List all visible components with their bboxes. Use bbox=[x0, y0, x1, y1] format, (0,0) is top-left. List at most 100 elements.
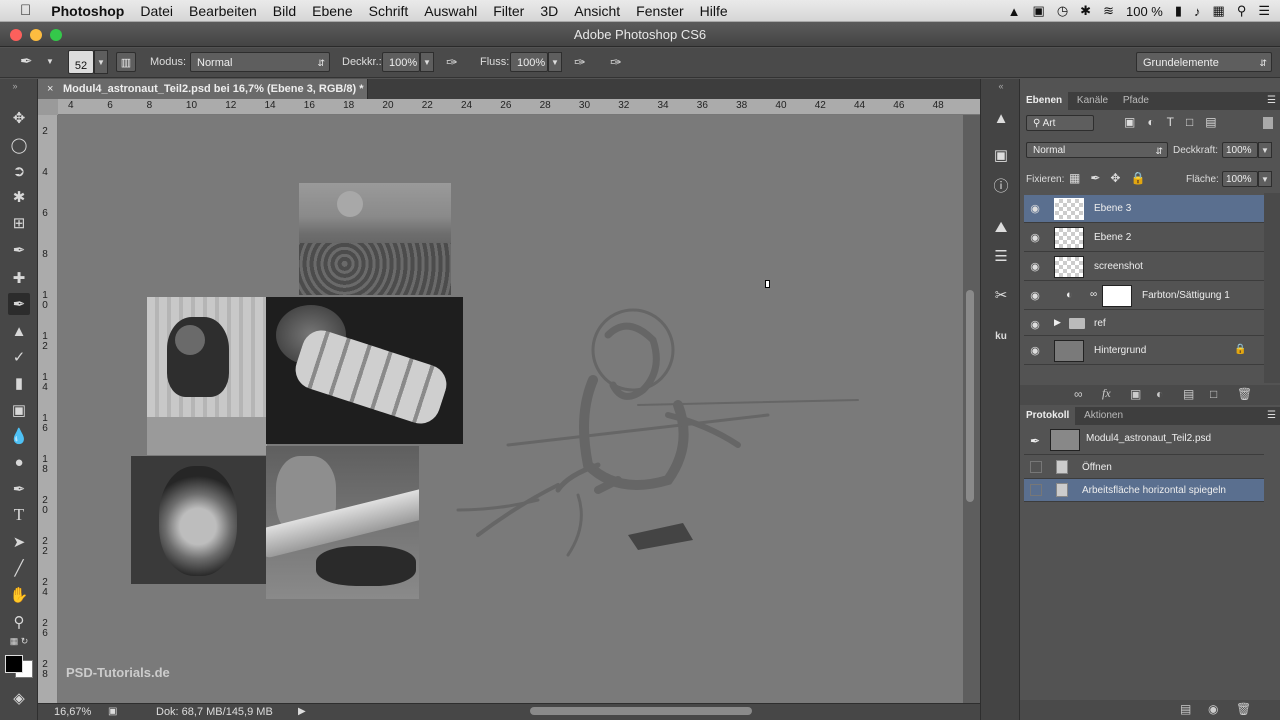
document-canvas[interactable]: PSD-Tutorials.de bbox=[58, 115, 963, 703]
history-state-checkbox[interactable] bbox=[1030, 461, 1042, 473]
menu-datei[interactable]: Datei bbox=[132, 3, 181, 19]
healing-brush-tool-icon[interactable]: ✚ bbox=[8, 267, 30, 289]
zoom-level[interactable]: 16,67% bbox=[54, 704, 91, 720]
pen-tool-icon[interactable]: ✒ bbox=[8, 478, 30, 500]
zoom-window-button[interactable] bbox=[50, 29, 62, 41]
elliptical-marquee-tool-icon[interactable]: ◯ bbox=[8, 134, 30, 156]
mode-select[interactable]: Normal ⇵ bbox=[190, 52, 330, 72]
visibility-eye-icon[interactable]: ◉ bbox=[1028, 344, 1042, 358]
new-adjustment-layer-icon[interactable]: ◐ bbox=[1156, 387, 1163, 401]
screen-record-icon[interactable]: ▣ bbox=[1033, 3, 1045, 19]
layer-group-ref[interactable]: ◉ ▶ ref bbox=[1024, 311, 1264, 336]
layer-opacity-dropdown-icon[interactable]: ▼ bbox=[1258, 142, 1272, 158]
visibility-eye-icon[interactable]: ◉ bbox=[1028, 231, 1042, 245]
battery-icon[interactable]: ▮ bbox=[1175, 3, 1182, 19]
flow-dropdown-icon[interactable]: ▼ bbox=[548, 52, 562, 72]
horizontal-scrollbar-thumb[interactable] bbox=[530, 707, 752, 715]
menu-bild[interactable]: Bild bbox=[265, 3, 304, 19]
pressure-size-icon[interactable]: ✑ bbox=[610, 52, 622, 72]
visibility-eye-icon[interactable]: ◉ bbox=[1028, 289, 1042, 303]
history-brush-source-icon[interactable]: ✒ bbox=[1030, 434, 1040, 448]
clone-stamp-tool-icon[interactable]: ▲ bbox=[8, 320, 30, 342]
brush-panel-toggle-icon[interactable]: ▥ bbox=[116, 52, 136, 72]
close-document-icon[interactable]: × bbox=[47, 79, 53, 99]
magic-wand-tool-icon[interactable]: ✱ bbox=[8, 186, 30, 208]
clock-icon[interactable]: ◷ bbox=[1057, 3, 1068, 19]
layer-row-hintergrund[interactable]: ◉ Hintergrund 🔒 bbox=[1024, 337, 1264, 365]
opacity-dropdown-icon[interactable]: ▼ bbox=[420, 52, 434, 72]
line-tool-icon[interactable]: ╱ bbox=[8, 557, 30, 579]
menu-hilfe[interactable]: Hilfe bbox=[692, 3, 736, 19]
notification-list-icon[interactable]: ☰ bbox=[1258, 3, 1270, 19]
tab-pfade[interactable]: Pfade bbox=[1117, 92, 1155, 110]
new-document-from-state-icon[interactable]: ▤ bbox=[1180, 702, 1191, 716]
spotlight-search-icon[interactable]: ⚲ bbox=[1237, 3, 1247, 19]
histogram-icon[interactable]: ▲ bbox=[989, 107, 1013, 129]
ruler-origin[interactable] bbox=[38, 99, 58, 115]
navigator-icon[interactable]: ▣ bbox=[989, 144, 1013, 166]
tab-aktionen[interactable]: Aktionen bbox=[1078, 407, 1129, 425]
status-menu-arrow-icon[interactable]: ▶ bbox=[298, 704, 306, 720]
layer-row-ebene-2[interactable]: ◉ Ebene 2 bbox=[1024, 224, 1264, 252]
eraser-tool-icon[interactable]: ▮ bbox=[8, 372, 30, 394]
move-tool-icon[interactable]: ✥ bbox=[8, 107, 30, 129]
menu-auswahl[interactable]: Auswahl bbox=[416, 3, 485, 19]
flow-input[interactable]: 100% bbox=[510, 52, 548, 72]
history-snapshot[interactable]: ✒ Modul4_astronaut_Teil2.psd bbox=[1024, 427, 1264, 455]
lock-transparency-icon[interactable]: ▦ bbox=[1069, 171, 1090, 185]
workspace-select[interactable]: Grundelemente ⇵ bbox=[1136, 52, 1272, 72]
lasso-tool-icon[interactable]: ➲ bbox=[8, 160, 30, 182]
close-window-button[interactable] bbox=[10, 29, 22, 41]
add-mask-icon[interactable]: ▣ bbox=[1130, 387, 1141, 401]
info-icon[interactable]: ⓘ bbox=[989, 174, 1013, 196]
filter-pixel-icon[interactable]: ▣ bbox=[1124, 115, 1147, 129]
new-layer-icon[interactable]: □ bbox=[1210, 387, 1217, 401]
pressure-opacity-icon[interactable]: ✑ bbox=[446, 52, 458, 72]
blur-tool-icon[interactable]: 💧 bbox=[8, 425, 30, 447]
menu-filter[interactable]: Filter bbox=[485, 3, 532, 19]
filter-smartobject-icon[interactable]: ▤ bbox=[1205, 115, 1228, 129]
mask-link-icon[interactable]: ∞ bbox=[1090, 289, 1097, 300]
brush-tool-preset-icon[interactable]: ✒ bbox=[20, 52, 33, 72]
delete-layer-icon[interactable]: 🗑 bbox=[1237, 387, 1252, 401]
hand-tool-icon[interactable]: ✋ bbox=[8, 584, 30, 606]
kuler-icon[interactable]: ku bbox=[989, 325, 1013, 347]
menu-3d[interactable]: 3D bbox=[532, 3, 566, 19]
history-item-oeffnen[interactable]: Öffnen bbox=[1024, 456, 1264, 479]
brush-picker-dropdown-icon[interactable]: ▼ bbox=[94, 50, 108, 74]
layer-filter-select[interactable]: ⚲ Art bbox=[1026, 115, 1094, 131]
layer-blend-mode-select[interactable]: Normal ⇵ bbox=[1026, 142, 1168, 158]
brush-presets-icon[interactable]: ⛰ bbox=[989, 216, 1013, 238]
filter-shape-icon[interactable]: □ bbox=[1186, 115, 1205, 129]
wifi-icon[interactable]: ≋ bbox=[1103, 3, 1114, 19]
default-colors-icon[interactable]: ▦ ↻ bbox=[8, 635, 30, 647]
adjustments-icon[interactable]: ☰ bbox=[989, 245, 1013, 267]
fill-dropdown-icon[interactable]: ▼ bbox=[1258, 171, 1272, 187]
menu-ansicht[interactable]: Ansicht bbox=[566, 3, 628, 19]
filter-toggle-icon[interactable] bbox=[1263, 117, 1273, 129]
adobe-icon[interactable]: ▲ bbox=[1008, 4, 1021, 19]
minimize-window-button[interactable] bbox=[30, 29, 42, 41]
filter-adjustment-icon[interactable]: ◐ bbox=[1147, 115, 1166, 129]
battery-label[interactable]: 100 % bbox=[1126, 4, 1163, 19]
crop-tool-icon[interactable]: ⊞ bbox=[8, 212, 30, 234]
menu-ebene[interactable]: Ebene bbox=[304, 3, 360, 19]
document-tab[interactable]: × Modul4_astronaut_Teil2.psd bei 16,7% (… bbox=[38, 79, 368, 99]
apple-menu-icon[interactable]:  bbox=[0, 2, 43, 19]
layer-row-screenshot[interactable]: ◉ screenshot bbox=[1024, 253, 1264, 281]
gradient-tool-icon[interactable]: ▣ bbox=[8, 399, 30, 421]
visibility-eye-icon[interactable]: ◉ bbox=[1028, 202, 1042, 216]
brush-tool-icon[interactable]: ✒ bbox=[8, 293, 30, 315]
layer-effects-icon[interactable]: fx bbox=[1102, 386, 1111, 401]
history-panel-menu-icon[interactable]: ☰ bbox=[1267, 407, 1276, 425]
tab-kanaele[interactable]: Kanäle bbox=[1071, 92, 1114, 110]
airbrush-icon[interactable]: ✑ bbox=[574, 52, 586, 72]
menu-schrift[interactable]: Schrift bbox=[361, 3, 417, 19]
brush-size-picker[interactable]: 52 bbox=[68, 50, 94, 74]
lock-pixels-icon[interactable]: ✒ bbox=[1090, 171, 1110, 185]
calendar-icon[interactable]: ▦ bbox=[1213, 3, 1225, 19]
tool-presets-icon[interactable]: ✂ bbox=[989, 284, 1013, 306]
layer-row-ebene-3[interactable]: ◉ Ebene 3 bbox=[1024, 195, 1264, 223]
lock-position-icon[interactable]: ✥ bbox=[1110, 171, 1130, 185]
layer-opacity-input[interactable]: 100% bbox=[1222, 142, 1258, 158]
